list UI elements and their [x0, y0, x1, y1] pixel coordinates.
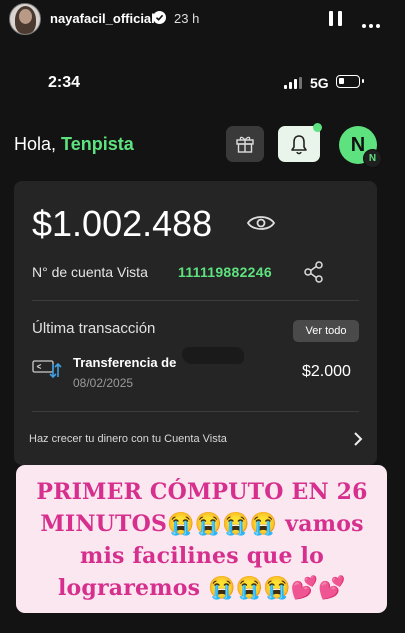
share-icon[interactable] — [303, 261, 325, 283]
signal-icon — [284, 77, 302, 89]
greeting-user-name: Tenpista — [61, 134, 134, 154]
greeting-prefix: Hola, — [14, 134, 62, 154]
account-number: 111119882246 — [178, 264, 272, 280]
avatar-face — [19, 9, 32, 24]
see-all-button[interactable]: Ver todo — [293, 320, 359, 342]
promo-text[interactable]: Haz crecer tu dinero con tu Cuenta Vista — [29, 433, 227, 445]
account-card: $1.002.488 N° de cuenta Vista 1111198822… — [14, 181, 377, 465]
account-number-label: N° de cuenta Vista — [32, 264, 148, 280]
transfer-icon — [32, 360, 62, 379]
username[interactable]: nayafacil_official — [50, 11, 155, 26]
more-options-icon[interactable] — [362, 15, 383, 33]
greeting: Hola, Tenpista — [14, 134, 134, 155]
notification-dot — [313, 123, 322, 132]
chevron-right-icon[interactable] — [352, 431, 364, 447]
story-header: nayafacil_official 23 h — [0, 0, 405, 38]
gift-button[interactable] — [226, 126, 264, 162]
bell-icon — [291, 135, 307, 155]
gift-icon — [236, 136, 254, 153]
transaction-date: 08/02/2025 — [73, 376, 134, 390]
caption-text: PRIMER CÓMPUTO EN 26 MINUTOS😭😭😭😭 vamos m… — [36, 479, 368, 601]
divider — [32, 411, 359, 412]
story-caption: PRIMER CÓMPUTO EN 26 MINUTOS😭😭😭😭 vamos m… — [16, 465, 387, 613]
profile-badge: N — [363, 149, 382, 168]
network-type: 5G — [310, 75, 329, 91]
status-bar-time: 2:34 — [48, 74, 81, 91]
last-transaction-title: Última transacción — [32, 320, 156, 337]
notifications-button[interactable] — [278, 123, 322, 162]
verified-badge-icon — [153, 11, 166, 24]
story-time: 23 h — [174, 11, 200, 26]
redaction-scribble — [182, 347, 244, 364]
divider — [32, 300, 359, 301]
app-screenshot: 2:34 5G Hola, Tenpista N N $1.002.488 N°… — [0, 54, 405, 466]
battery-icon — [336, 75, 364, 88]
pause-icon[interactable] — [329, 11, 343, 26]
eye-icon[interactable] — [246, 214, 276, 232]
account-balance: $1.002.488 — [32, 203, 213, 244]
transaction-title: Transferencia de — [73, 355, 177, 370]
transaction-amount: $2.000 — [302, 363, 351, 380]
avatar[interactable] — [9, 3, 41, 35]
